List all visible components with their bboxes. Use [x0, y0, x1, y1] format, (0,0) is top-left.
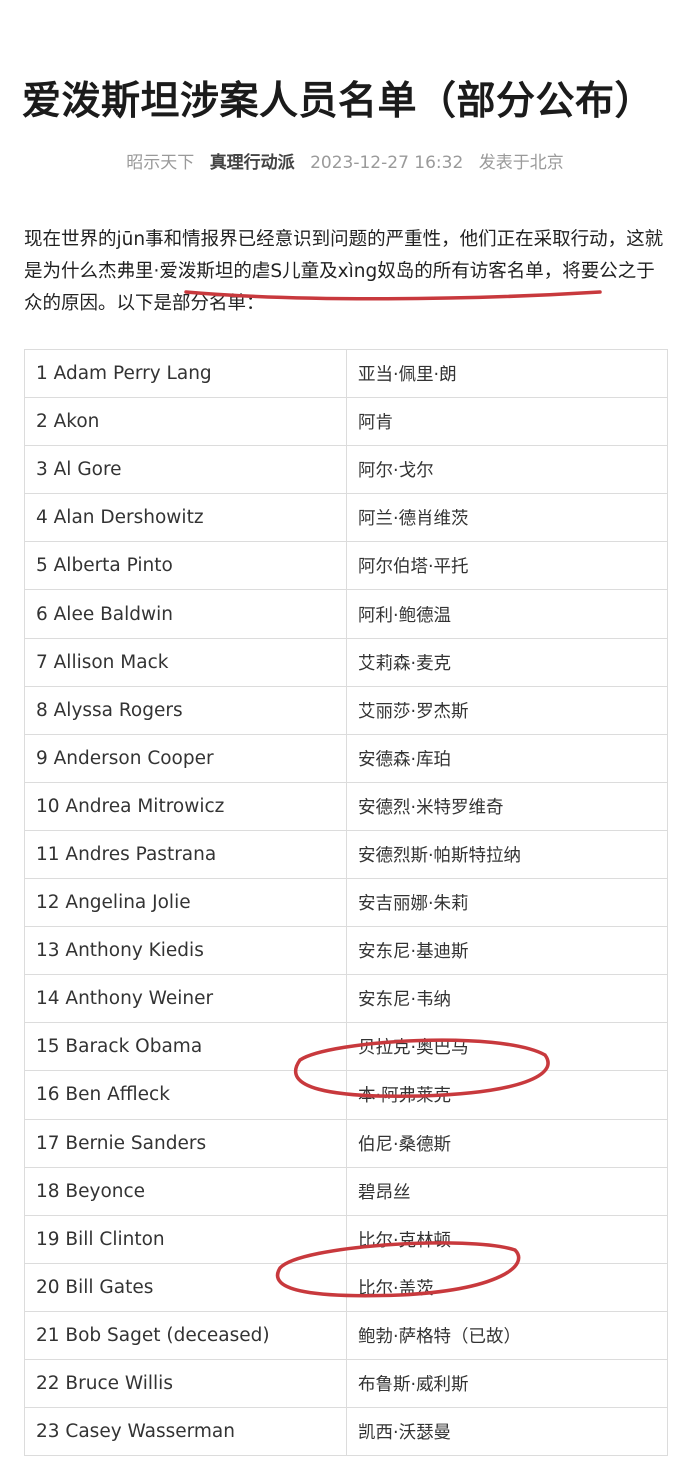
chinese-name-cell: 阿肯 [346, 397, 668, 447]
table-row: 15 Barack Obama 贝拉克·奥巴马 [24, 1022, 668, 1072]
table-row: 21 Bob Saget (deceased) 鲍勃·萨格特（已故） [24, 1310, 668, 1360]
english-name-cell: 21 Bob Saget (deceased) [24, 1310, 347, 1360]
english-name-cell: 2 Akon [24, 397, 347, 447]
english-name-cell: 22 Bruce Willis [24, 1358, 347, 1409]
chinese-name-cell: 凯西·沃瑟曼 [346, 1407, 668, 1457]
table-row: 23 Casey Wasserman 凯西·沃瑟曼 [24, 1407, 668, 1457]
table-row: 14 Anthony Weiner 安东尼·韦纳 [24, 974, 668, 1024]
english-name-cell: 13 Anthony Kiedis [24, 926, 347, 976]
english-name-cell: 16 Ben Affleck [24, 1070, 347, 1120]
english-name-cell: 7 Allison Mack [24, 637, 347, 687]
english-name-cell: 4 Alan Dershowitz [24, 493, 347, 543]
english-name-cell: 8 Alyssa Rogers [24, 685, 347, 735]
names-table-body: 1 Adam Perry Lang 亚当·佩里·朗 2 Akon 阿肯 3 Al Gor… [24, 348, 668, 1457]
chinese-name-cell: 比尔·克林顿 [346, 1214, 668, 1264]
table-row: 3 Al Gore 阿尔·戈尔 [24, 445, 668, 495]
chinese-name-cell: 贝拉克·奥巴马 [346, 1022, 668, 1072]
table-row: 22 Bruce Willis 布鲁斯·威利斯 [24, 1358, 668, 1409]
table-row: 10 Andrea Mitrowicz 安德烈·米特罗维奇 [24, 781, 668, 831]
chinese-name-cell: 鲍勃·萨格特（已故） [346, 1310, 668, 1360]
chinese-name-cell: 安东尼·基迪斯 [346, 926, 668, 976]
english-name-cell: 3 Al Gore [24, 445, 347, 495]
table-row: 18 Beyonce 碧昂丝 [24, 1166, 668, 1216]
chinese-name-cell: 安吉丽娜·朱莉 [346, 878, 668, 928]
table-row: 9 Anderson Cooper 安德森·库珀 [24, 733, 668, 783]
author-name[interactable]: 真理行动派 [210, 153, 295, 173]
chinese-name-cell: 阿利·鲍德温 [346, 589, 668, 639]
chinese-name-cell: 布鲁斯·威利斯 [346, 1358, 668, 1409]
source-name[interactable]: 昭示天下 [126, 153, 194, 173]
chinese-name-cell: 亚当·佩里·朗 [346, 348, 668, 399]
table-row: 4 Alan Dershowitz 阿兰·德肖维茨 [24, 493, 668, 543]
table-row: 17 Bernie Sanders 伯尼·桑德斯 [24, 1118, 668, 1168]
english-name-cell: 18 Beyonce [24, 1166, 347, 1216]
article-meta: 昭示天下 真理行动派 2023-12-27 16:32 发表于北京 [0, 148, 690, 173]
chinese-name-cell: 阿尔·戈尔 [346, 445, 668, 495]
intro-highlight: 爱泼斯坦的虐S儿童及xìng奴岛的所有访客名单 [159, 261, 544, 282]
table-row: 5 Alberta Pinto 阿尔伯塔·平托 [24, 541, 668, 591]
chinese-name-cell: 安德烈斯·帕斯特拉纳 [346, 829, 668, 880]
english-name-cell: 9 Anderson Cooper [24, 733, 347, 783]
english-name-cell: 15 Barack Obama [24, 1022, 347, 1072]
english-name-cell: 6 Alee Baldwin [24, 589, 347, 639]
table-row: 6 Alee Baldwin 阿利·鲍德温 [24, 589, 668, 639]
intro-paragraph: 现在世界的jūn事和情报界已经意识到问题的严重性，他们正在采取行动，这就是为什么… [24, 224, 672, 320]
table-row: 13 Anthony Kiedis 安东尼·基迪斯 [24, 926, 668, 976]
english-name-cell: 11 Andres Pastrana [24, 829, 347, 880]
chinese-name-cell: 本·阿弗莱克 [346, 1070, 668, 1120]
chinese-name-cell: 比尔·盖茨 [346, 1262, 668, 1312]
english-name-cell: 1 Adam Perry Lang [24, 348, 347, 399]
names-table: 1 Adam Perry Lang 亚当·佩里·朗 2 Akon 阿肯 3 Al Gor… [24, 348, 668, 1457]
chinese-name-cell: 安德森·库珀 [346, 733, 668, 783]
table-row: 20 Bill Gates 比尔·盖茨 [24, 1262, 668, 1312]
article-title: 爱泼斯坦涉案人员名单（部分公布） [22, 79, 655, 124]
table-row: 8 Alyssa Rogers 艾丽莎·罗杰斯 [24, 685, 668, 735]
table-row: 16 Ben Affleck 本·阿弗莱克 [24, 1070, 668, 1120]
chinese-name-cell: 伯尼·桑德斯 [346, 1118, 668, 1168]
table-row: 7 Allison Mack 艾莉森·麦克 [24, 637, 668, 687]
english-name-cell: 14 Anthony Weiner [24, 974, 347, 1024]
english-name-cell: 12 Angelina Jolie [24, 878, 347, 928]
english-name-cell: 10 Andrea Mitrowicz [24, 781, 347, 831]
chinese-name-cell: 阿尔伯塔·平托 [346, 541, 668, 591]
publish-datetime: 2023-12-27 16:32 [310, 153, 464, 173]
table-row: 12 Angelina Jolie 安吉丽娜·朱莉 [24, 878, 668, 928]
english-name-cell: 19 Bill Clinton [24, 1214, 347, 1264]
english-name-cell: 20 Bill Gates [24, 1262, 347, 1312]
table-row: 2 Akon 阿肯 [24, 397, 668, 447]
english-name-cell: 23 Casey Wasserman [24, 1407, 347, 1457]
table-row: 19 Bill Clinton 比尔·克林顿 [24, 1214, 668, 1264]
publish-location: 发表于北京 [478, 153, 564, 173]
english-name-cell: 17 Bernie Sanders [24, 1118, 347, 1168]
chinese-name-cell: 安东尼·韦纳 [346, 974, 668, 1024]
table-row: 1 Adam Perry Lang 亚当·佩里·朗 [24, 348, 668, 399]
chinese-name-cell: 阿兰·德肖维茨 [346, 493, 668, 543]
chinese-name-cell: 安德烈·米特罗维奇 [346, 781, 668, 831]
chinese-name-cell: 艾莉森·麦克 [346, 637, 668, 687]
english-name-cell: 5 Alberta Pinto [24, 541, 347, 591]
chinese-name-cell: 艾丽莎·罗杰斯 [346, 685, 668, 735]
chinese-name-cell: 碧昂丝 [346, 1166, 668, 1216]
table-row: 11 Andres Pastrana 安德烈斯·帕斯特拉纳 [24, 829, 668, 880]
